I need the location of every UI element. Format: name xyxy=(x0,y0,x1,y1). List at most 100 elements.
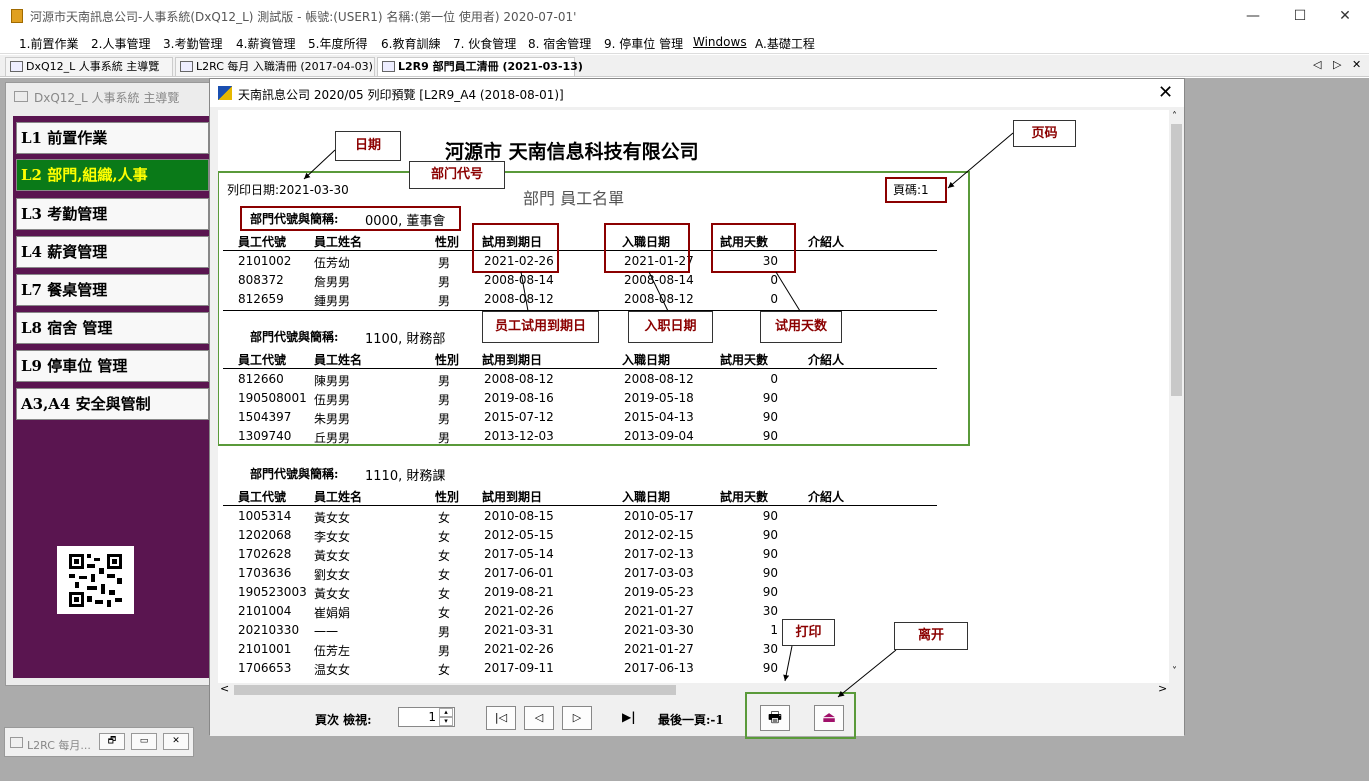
nav-item-l7[interactable]: L7 餐桌管理 xyxy=(16,274,209,306)
menu-item-setup[interactable]: 1.前置作業 xyxy=(19,35,78,52)
callout-probation-days: 试用天数 xyxy=(760,311,842,343)
cell-probation-end-date: 2019-08-21 xyxy=(484,585,554,599)
cell-probation-days: 90 xyxy=(762,661,778,675)
prev-page-button[interactable]: ◁ xyxy=(524,706,554,730)
spin-up-icon[interactable]: ▴ xyxy=(439,708,453,717)
menu-item-annual-income[interactable]: 5.年度所得 xyxy=(308,35,367,52)
page-number-value: 1 xyxy=(428,710,436,724)
last-page-label: 最後一頁:-1 xyxy=(658,713,724,727)
nav-item-l1[interactable]: L1 前置作業 xyxy=(16,122,209,154)
maximize-button[interactable]: ☐ xyxy=(1277,0,1323,32)
tab-scroll-left-icon[interactable]: ◁ xyxy=(1313,58,1321,71)
cell-employee-name: 黃女女 xyxy=(314,549,351,563)
cell-hire-date: 2010-05-17 xyxy=(624,509,694,523)
scroll-left-icon[interactable]: < xyxy=(220,682,229,695)
last-page-icon[interactable]: ▶| xyxy=(622,710,636,724)
close-button[interactable]: ✕ xyxy=(1322,0,1368,32)
page-number-highlight xyxy=(885,177,947,203)
next-page-button[interactable]: ▷ xyxy=(562,706,592,730)
horizontal-scroll-thumb[interactable] xyxy=(234,685,676,695)
column-header-referrer: 介紹人 xyxy=(808,490,845,504)
cell-hire-date: 2021-03-30 xyxy=(624,623,694,637)
cell-probation-end-date: 2021-02-26 xyxy=(484,604,554,618)
spin-down-icon[interactable]: ▾ xyxy=(439,717,453,726)
minimized-window[interactable]: L2RC 每月... 🗗 ▭ ✕ xyxy=(4,727,194,757)
window-icon xyxy=(14,91,28,102)
callout-probation-end: 员工试用到期日 xyxy=(482,311,599,343)
restore-button[interactable]: 🗗 xyxy=(99,733,125,750)
cell-gender: 男 xyxy=(438,625,451,639)
cell-employee-id: 1005314 xyxy=(238,509,292,523)
exit-button[interactable]: ⏏ xyxy=(814,705,844,731)
close-button[interactable]: ✕ xyxy=(163,733,189,750)
cell-gender: 男 xyxy=(438,644,451,658)
menu-item-salary[interactable]: 4.薪資管理 xyxy=(236,35,295,52)
tab-close-icon[interactable]: ✕ xyxy=(1352,58,1361,71)
cell-employee-id: 1703636 xyxy=(238,566,292,580)
cell-employee-id: 2101001 xyxy=(238,642,292,656)
cell-employee-name: 劉女女 xyxy=(314,568,351,582)
cell-hire-date: 2019-05-23 xyxy=(624,585,694,599)
nav-item-l4[interactable]: L4 薪資管理 xyxy=(16,236,209,268)
vertical-scroll-thumb[interactable] xyxy=(1171,124,1182,396)
nav-item-l9[interactable]: L9 停車位 管理 xyxy=(16,350,209,382)
cell-employee-id: 20210330 xyxy=(238,623,300,637)
tab-main-nav[interactable]: DxQ12_L 人事系統 主導覽 xyxy=(5,57,173,76)
scroll-down-icon[interactable]: ˅ xyxy=(1172,666,1177,677)
tab-scroll-right-icon[interactable]: ▷ xyxy=(1333,58,1341,71)
cell-gender: 女 xyxy=(438,606,451,620)
tab-monthly-hire[interactable]: L2RC 每月 入職清冊 (2017-04-03) xyxy=(175,57,375,76)
menu-item-windows[interactable]: Windows xyxy=(693,35,747,49)
nav-item-l3[interactable]: L3 考勤管理 xyxy=(16,198,209,230)
scroll-right-icon[interactable]: > xyxy=(1158,682,1167,695)
cell-employee-name: 温女女 xyxy=(314,663,351,677)
cell-hire-date: 2021-01-27 xyxy=(624,642,694,656)
cell-probation-days: 90 xyxy=(762,528,778,542)
app-icon xyxy=(11,9,23,23)
callout-page: 页码 xyxy=(1013,120,1076,147)
maximize-button[interactable]: ▭ xyxy=(131,733,157,750)
menu-bar: 1.前置作業 2.人事管理 3.考勤管理 4.薪資管理 5.年度所得 6.教育訓… xyxy=(0,32,1369,54)
cell-probation-days: 90 xyxy=(762,585,778,599)
cell-employee-id: 1202068 xyxy=(238,528,292,542)
horizontal-scrollbar[interactable]: < > xyxy=(218,682,1169,697)
page-number-input[interactable]: 1 ▴ ▾ xyxy=(398,707,455,727)
minimize-button[interactable]: — xyxy=(1230,0,1276,32)
menu-item-catering[interactable]: 7. 伙食管理 xyxy=(453,35,516,52)
tab-dept-employee-list[interactable]: L2R9 部門員工清冊 (2021-03-13) xyxy=(377,57,583,76)
title-bar: 河源市天南訊息公司-人事系統(DxQ12_L) 測試版 - 帳號:(USER1)… xyxy=(0,0,1369,32)
nav-item-l2[interactable]: L2 部門,組織,人事 xyxy=(16,159,209,191)
vertical-scrollbar[interactable]: ˄ ˅ xyxy=(1169,110,1184,683)
cell-employee-id: 1706653 xyxy=(238,661,292,675)
preview-close-button[interactable]: ✕ xyxy=(1158,82,1173,103)
cell-hire-date: 2017-03-03 xyxy=(624,566,694,580)
nav-item-a3a4[interactable]: A3,A4 安全與管制 xyxy=(16,388,209,420)
nav-item-l8[interactable]: L8 宿舍 管理 xyxy=(16,312,209,344)
form-icon xyxy=(10,737,23,748)
cell-probation-days: 90 xyxy=(762,547,778,561)
preview-title: 天南訊息公司 2020/05 列印預覽 [L2R9_A4 (2018-08-01… xyxy=(238,88,564,102)
callout-print: 打印 xyxy=(782,619,835,646)
cell-probation-days: 30 xyxy=(762,604,778,618)
cell-employee-id: 1702628 xyxy=(238,547,292,561)
cell-gender: 女 xyxy=(438,568,451,582)
column-header-probation-days: 試用天數 xyxy=(720,490,769,504)
cell-probation-days: 1 xyxy=(770,623,778,637)
menu-item-base-engineering[interactable]: A.基礎工程 xyxy=(755,35,815,52)
menu-item-training[interactable]: 6.教育訓練 xyxy=(381,35,440,52)
menu-item-parking[interactable]: 9. 停車位 管理 xyxy=(604,35,683,52)
cell-probation-end-date: 2017-05-14 xyxy=(484,547,554,561)
scroll-up-icon[interactable]: ˄ xyxy=(1172,111,1177,122)
cell-employee-name: 黃女女 xyxy=(314,587,351,601)
cell-gender: 女 xyxy=(438,530,451,544)
menu-item-attendance[interactable]: 3.考勤管理 xyxy=(163,35,222,52)
cell-employee-name: 黃女女 xyxy=(314,511,351,525)
cell-hire-date: 2017-06-13 xyxy=(624,661,694,675)
first-page-button[interactable]: |◁ xyxy=(486,706,516,730)
menu-item-personnel[interactable]: 2.人事管理 xyxy=(91,35,150,52)
cell-probation-end-date: 2010-08-15 xyxy=(484,509,554,523)
printer-icon: 🖶 xyxy=(767,708,783,726)
menu-item-dormitory[interactable]: 8. 宿舍管理 xyxy=(528,35,591,52)
print-button[interactable]: 🖶 xyxy=(760,705,790,731)
form-icon xyxy=(180,61,193,72)
